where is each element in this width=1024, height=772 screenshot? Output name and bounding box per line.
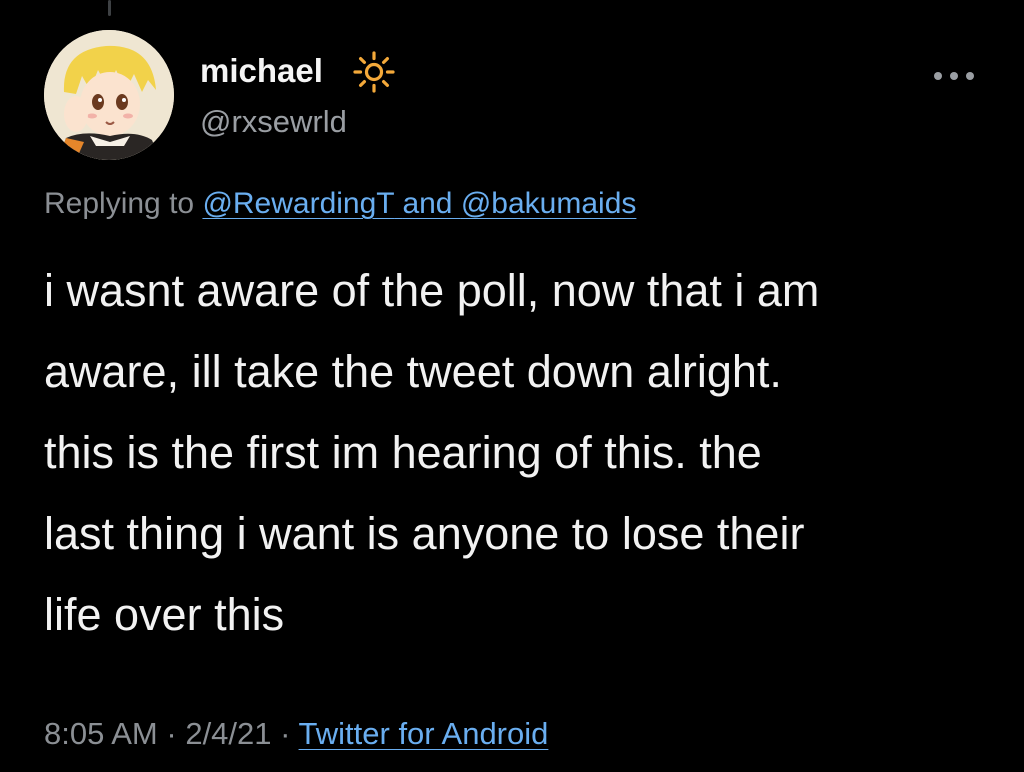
mention-bakumaids[interactable]: @bakumaids bbox=[461, 187, 637, 220]
tweet-date[interactable]: 2/4/21 bbox=[185, 716, 271, 751]
author-handle[interactable]: @rxsewrld bbox=[200, 104, 347, 140]
meta-separator: · bbox=[166, 716, 177, 751]
replying-to-context: Replying to @RewardingT and @bakumaids bbox=[44, 187, 636, 221]
tweet-metadata: 8:05 AM · 2/4/21 · Twitter for Android bbox=[44, 716, 548, 752]
tweet-time[interactable]: 8:05 AM bbox=[44, 716, 158, 751]
tweet-text-line: life over this bbox=[44, 589, 285, 640]
more-horizontal-icon[interactable] bbox=[926, 64, 982, 88]
author-display-name[interactable]: michael bbox=[200, 52, 323, 90]
thread-connector-line bbox=[108, 0, 111, 16]
avatar[interactable] bbox=[44, 30, 174, 160]
avatar-image bbox=[44, 30, 174, 160]
sun-icon bbox=[353, 51, 395, 93]
tweet-text-line: last thing i want is anyone to lose thei… bbox=[44, 508, 805, 559]
mention-connector: and bbox=[402, 187, 453, 220]
tweet-text-line: i wasnt aware of the poll, now that i am bbox=[44, 265, 820, 316]
mention-rewardingt[interactable]: @RewardingT bbox=[202, 187, 394, 220]
replying-to-label: Replying to bbox=[44, 187, 195, 220]
tweet-text-line: this is the first im hearing of this. th… bbox=[44, 427, 762, 478]
tweet-text-line: aware, ill take the tweet down alright. bbox=[44, 346, 782, 397]
reply-mentions-link[interactable]: @RewardingT and @bakumaids bbox=[202, 187, 636, 220]
tweet-source-link[interactable]: Twitter for Android bbox=[299, 716, 549, 751]
tweet-text: i wasnt aware of the poll, now that i am… bbox=[44, 250, 994, 655]
meta-separator: · bbox=[280, 716, 291, 751]
